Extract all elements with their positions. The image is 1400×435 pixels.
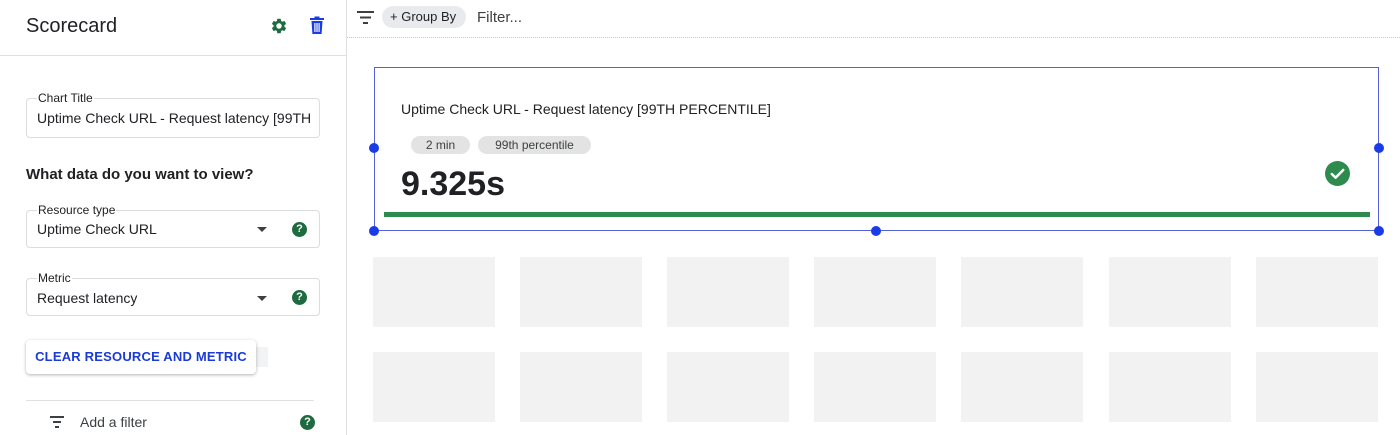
grid-placeholder — [1109, 352, 1231, 422]
grid-placeholder — [1256, 257, 1378, 327]
check-circle-icon — [1325, 161, 1350, 186]
chevron-down-icon[interactable] — [257, 296, 267, 301]
add-filter-link[interactable]: Add a filter — [80, 414, 147, 430]
resize-handle-bottom-left[interactable] — [369, 226, 379, 236]
alignment-period-chip: 2 min — [411, 136, 470, 154]
resize-handle-bottom[interactable] — [871, 226, 881, 236]
grid-placeholder — [961, 352, 1083, 422]
grid-placeholder — [373, 352, 495, 422]
scorecard-widget[interactable]: Uptime Check URL - Request latency [99TH… — [374, 67, 1379, 231]
filter-toolbar: + Group By Filter... — [347, 0, 1400, 38]
resize-handle-right[interactable] — [1374, 143, 1384, 153]
divider — [26, 400, 314, 401]
gear-icon[interactable] — [270, 17, 288, 35]
grid-placeholder — [667, 352, 789, 422]
metric-value: Request latency — [37, 290, 138, 306]
trash-icon[interactable] — [309, 16, 325, 35]
metric-label: Metric — [37, 271, 72, 285]
filter-list-icon — [50, 416, 64, 428]
grid-placeholder — [1109, 257, 1231, 327]
resource-type-select[interactable]: Resource type Uptime Check URL ? — [26, 203, 320, 248]
chart-title-field[interactable]: Chart Title Uptime Check URL - Request l… — [26, 91, 320, 138]
resource-type-label: Resource type — [37, 203, 117, 217]
data-section-heading: What data do you want to view? — [26, 166, 254, 183]
clear-resource-metric-button[interactable]: CLEAR RESOURCE AND METRIC — [26, 340, 256, 374]
grid-placeholder — [814, 352, 936, 422]
chart-title-input[interactable]: Uptime Check URL - Request latency [99TH… — [37, 110, 315, 126]
help-icon[interactable]: ? — [292, 290, 307, 305]
aggregation-chip: 99th percentile — [478, 136, 591, 154]
grid-placeholder — [520, 257, 642, 327]
chevron-down-icon[interactable] — [257, 227, 267, 232]
grid-placeholder — [961, 257, 1083, 327]
resize-handle-left[interactable] — [369, 143, 379, 153]
metric-select[interactable]: Metric Request latency ? — [26, 271, 320, 316]
grid-placeholder — [520, 352, 642, 422]
scorecard-title: Uptime Check URL - Request latency [99TH… — [401, 101, 771, 117]
panel-header: Scorecard — [0, 0, 347, 56]
grid-placeholder — [814, 257, 936, 327]
grid-placeholder — [667, 257, 789, 327]
status-bar — [384, 212, 1370, 217]
group-by-button[interactable]: + Group By — [382, 6, 467, 28]
chart-title-label: Chart Title — [37, 91, 94, 105]
resource-type-value: Uptime Check URL — [37, 221, 157, 237]
help-icon[interactable]: ? — [292, 222, 307, 237]
scorecard-value: 9.325s — [401, 165, 505, 203]
grid-placeholder — [1256, 352, 1378, 422]
button-shadow — [256, 347, 268, 367]
panel-title: Scorecard — [26, 15, 118, 37]
grid-placeholder — [373, 257, 495, 327]
resize-handle-bottom-right[interactable] — [1374, 226, 1384, 236]
filter-list-icon[interactable] — [357, 11, 374, 24]
config-panel: Scorecard Chart Title Uptime Check URL -… — [0, 0, 347, 435]
filter-input[interactable]: Filter... — [477, 9, 522, 26]
help-icon[interactable]: ? — [300, 415, 315, 430]
